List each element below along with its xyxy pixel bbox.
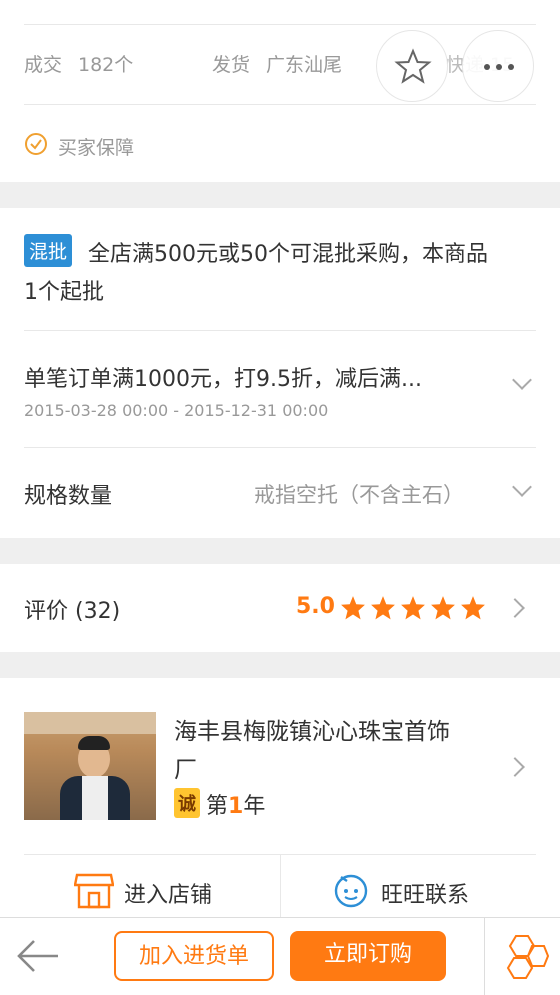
wangwang-chat-icon [334,874,368,908]
promo-card: 混批 全店满500元或50个可混批采购，本商品 1个起批 单笔订单满1000元，… [0,208,560,538]
star-outline-icon [394,48,432,84]
star-icon [401,596,425,620]
chevron-down-icon [512,370,532,390]
chevron-right-icon [505,757,525,777]
bottom-action-bar: 加入进货单 立即订购 [0,917,560,995]
shop-name-line2: 厂 [174,757,197,783]
discount-dates: 2015-03-28 00:00 - 2015-12-31 00:00 [24,401,329,420]
spec-row[interactable]: 规格数量 戒指空托（不含主石） [0,448,560,538]
shop-card: 海丰县梅陇镇沁心珠宝首饰 厂 诚 第1年 进入店铺 旺旺联系 [0,678,560,918]
member-year: 第1年 [206,788,265,820]
review-label: 评价 (32) [24,599,121,624]
star-icon [431,596,455,620]
wangwang-label: 旺旺联系 [381,883,470,908]
review-score: 5.0 [296,594,335,619]
back-button[interactable] [0,918,80,995]
rating-stars [340,595,490,621]
shop-info-row[interactable]: 海丰县梅陇镇沁心珠宝首饰 厂 诚 第1年 [0,678,560,854]
store-icon [74,873,114,909]
discount-row[interactable]: 单笔订单满1000元，打9.5折，减后满... 2015-03-28 00:00… [0,331,560,447]
mixed-batch-badge: 混批 [24,234,73,267]
promo-text-line1: 全店满500元或50个可混批采购，本商品 [88,242,488,267]
year-prefix: 第 [206,794,229,819]
product-detail-page: 成交 182个 发货 广东汕尾 快递 15 买家保障 混批 全店满500元或50… [0,0,560,995]
star-icon [371,596,395,620]
deal-label: 成交 [24,54,63,76]
chevron-right-icon [505,598,525,618]
ship-location: 广东汕尾 [266,54,343,76]
more-button[interactable] [462,30,534,102]
guarantee-label[interactable]: 买家保障 [58,133,134,160]
check-circle-icon [25,133,47,155]
ship-label: 发货 [212,54,251,76]
enter-shop-label: 进入店铺 [124,883,213,908]
add-to-cart-button[interactable]: 加入进货单 [114,931,274,981]
shop-avatar [24,712,156,820]
star-icon [341,596,365,620]
hexagon-menu-icon [506,935,549,979]
stats-card: 成交 182个 发货 广东汕尾 快递 15 买家保障 [0,0,560,182]
deal-count: 182个 [78,54,134,76]
spec-label: 规格数量 [24,484,113,509]
discount-title: 单笔订单满1000元，打9.5折，减后满... [24,367,422,392]
menu-button[interactable] [485,918,560,995]
order-now-button[interactable]: 立即订购 [290,931,446,981]
integrity-badge: 诚 [174,788,200,818]
review-card[interactable]: 评价 (32) 5.0 [0,564,560,652]
year-suffix: 年 [243,794,266,819]
stats-divider [24,104,536,105]
more-dots-icon [484,64,514,70]
back-arrow-icon [17,940,58,972]
enter-shop-button[interactable]: 进入店铺 [0,855,280,918]
star-icon [461,596,485,620]
top-divider [24,24,536,25]
chevron-down-icon [512,477,532,497]
year-number: 1 [228,794,244,819]
spec-value: 戒指空托（不含主石） [254,483,464,507]
promo-text-line2: 1个起批 [24,280,104,305]
favorite-button[interactable] [376,30,448,102]
shop-name-line1: 海丰县梅陇镇沁心珠宝首饰 [174,719,450,745]
wangwang-button[interactable]: 旺旺联系 [281,855,560,918]
